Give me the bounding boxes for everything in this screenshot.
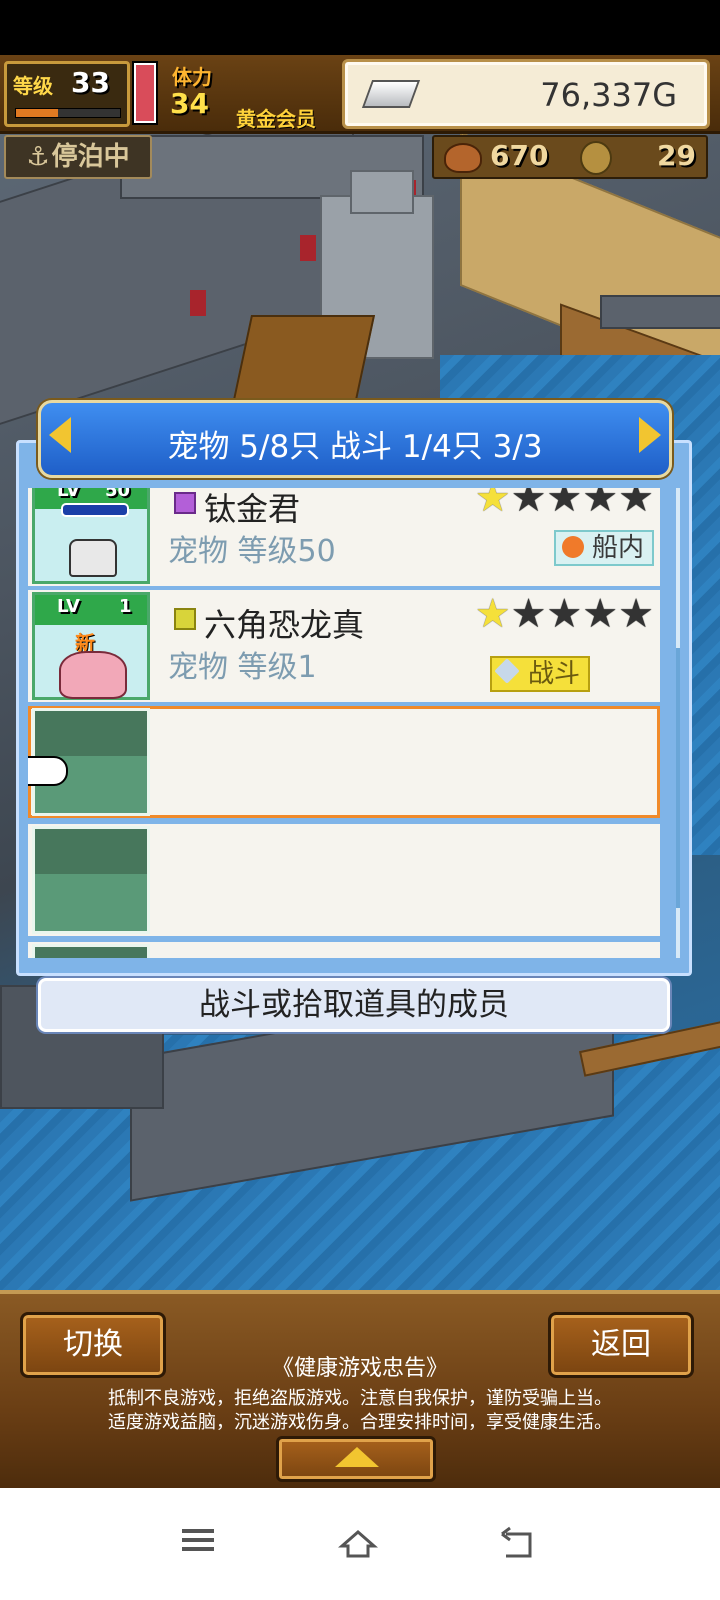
silver-ingot-icon	[361, 80, 421, 108]
player-level-box: 等级 33	[4, 61, 130, 127]
stamina-label: 体力	[172, 65, 212, 89]
food-count: 670	[490, 139, 549, 172]
system-nav-bar	[0, 1488, 720, 1600]
expand-up-button[interactable]	[276, 1436, 436, 1482]
gem-icon	[174, 492, 196, 514]
star-icon: ★	[474, 488, 511, 521]
star-icon: ★	[546, 591, 583, 637]
meat-icon	[444, 143, 482, 173]
stamina-gauge	[134, 63, 156, 123]
gem-icon	[174, 608, 196, 630]
gold-value: 76,337G	[540, 76, 677, 114]
list-scrollbar[interactable]	[676, 488, 680, 958]
pet-lv-value: 50	[105, 488, 131, 501]
empty-slot-selected[interactable]	[28, 706, 660, 818]
pet-lv-label: LV	[57, 488, 80, 501]
panel-titlebar: 宠物 5/8只 战斗 1/4只 3/3	[38, 400, 672, 478]
empty-portrait	[32, 826, 150, 934]
panel-caption: 战斗或拾取道具的成员	[38, 978, 670, 1032]
panel-title: 宠物 5/8只 战斗 1/4只 3/3	[167, 429, 543, 465]
home-icon[interactable]	[338, 1524, 378, 1564]
top-hud: 等级 33 体力 34 黄金会员 76,337G	[0, 55, 720, 134]
coin-icon	[580, 141, 612, 175]
health-notice-title: 《健康游戏忠告》	[271, 1356, 448, 1381]
sword-icon	[494, 658, 520, 684]
pet-lv-value: 1	[119, 596, 132, 617]
star-icon: ★	[582, 591, 619, 637]
coin-count: 29	[657, 139, 696, 172]
star-icon: ★	[510, 488, 547, 521]
player-level: 33	[71, 66, 110, 99]
pet-lv-label: LV	[57, 596, 80, 617]
back-icon[interactable]	[498, 1524, 538, 1564]
stamina-value: 34	[170, 87, 209, 120]
docked-status-label: 停泊中	[51, 142, 130, 172]
star-icon: ★	[510, 591, 547, 637]
pet-row-axolotl[interactable]: LV 1 新 六角恐龙真 宠物 等级1 ★★★★★ 战斗	[28, 590, 660, 702]
pet-rarity-stars: ★★★★★	[475, 594, 654, 634]
exp-bar	[15, 108, 121, 118]
star-icon: ★	[582, 488, 619, 521]
star-icon: ★	[546, 488, 583, 521]
empty-slot[interactable]	[28, 942, 660, 958]
docked-status: ⚓停泊中	[4, 135, 152, 179]
gold-box: 76,337G	[342, 59, 710, 129]
star-icon: ★	[474, 591, 511, 637]
menu-icon[interactable]	[178, 1524, 218, 1564]
pet-name: 六角恐龙真	[204, 606, 365, 644]
pet-type-level: 宠物 等级50	[168, 534, 336, 569]
pet-portrait: LV 50	[32, 488, 150, 584]
membership-label: 黄金会员	[236, 107, 316, 131]
pet-list: LV 50 钛金君 宠物 等级50 ★★★★★ 船内 LV 1 新 六角恐龙真	[28, 488, 660, 958]
level-label: 等级	[13, 74, 53, 98]
next-page-arrow-icon[interactable]	[639, 417, 661, 453]
health-notice-line1: 抵制不良游戏，拒绝盗版游戏。注意自我保护，谨防受骗上当。	[108, 1388, 612, 1409]
pet-row-titanium[interactable]: LV 50 钛金君 宠物 等级50 ★★★★★ 船内	[28, 488, 660, 586]
hud-secondary: ⚓停泊中 670 29	[0, 131, 720, 181]
bottom-bar: 切换 返回 《健康游戏忠告》 抵制不良游戏，拒绝盗版游戏。注意自我保护，谨防受骗…	[0, 1290, 720, 1489]
axolotl-pet-icon	[59, 651, 127, 699]
empty-slot[interactable]	[28, 824, 660, 936]
cat-pet-icon	[69, 539, 117, 577]
status-badge-onboard: 船内	[553, 530, 654, 566]
pet-type-level: 宠物 等级1	[168, 650, 317, 685]
star-icon: ★	[618, 591, 654, 637]
pet-xp-bar	[61, 503, 129, 517]
pointing-hand-icon	[28, 756, 68, 786]
anchor-icon: ⚓	[26, 142, 50, 172]
pet-name: 钛金君	[204, 490, 301, 528]
magnifier-icon	[561, 536, 584, 558]
up-arrow-icon	[335, 1447, 379, 1467]
resource-box: 670 29	[432, 135, 708, 179]
health-notice-line2: 适度游戏益脑，沉迷游戏伤身。合理安排时间，享受健康生活。	[108, 1412, 612, 1433]
star-icon: ★	[618, 488, 654, 521]
status-badge-battle: 战斗	[490, 656, 591, 692]
empty-portrait	[32, 944, 150, 958]
pet-rarity-stars: ★★★★★	[475, 488, 654, 518]
pet-portrait: LV 1 新	[32, 592, 150, 700]
stamina-box: 体力 34 黄金会员	[160, 61, 340, 131]
